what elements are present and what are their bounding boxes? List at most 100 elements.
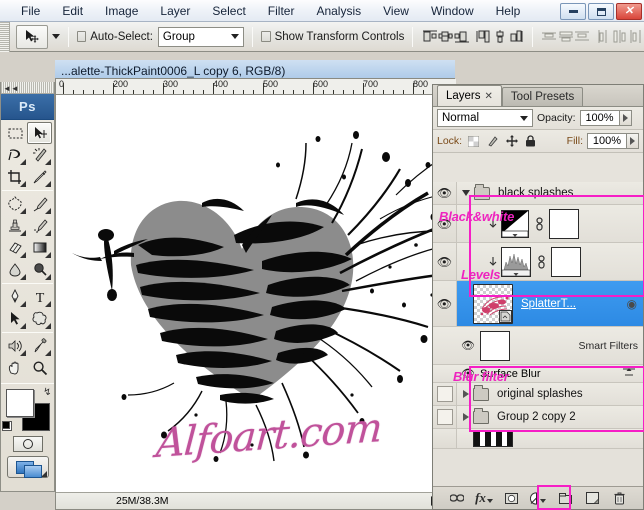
layer-name[interactable]: black splashes xyxy=(498,187,573,199)
swap-colors-icon[interactable]: ↯ xyxy=(43,387,51,398)
tab-layers[interactable]: Layers ✕ xyxy=(437,85,502,106)
opacity-slider-button[interactable] xyxy=(620,110,632,126)
smart-filter-mask-thumb[interactable] xyxy=(480,331,510,361)
eye-icon[interactable]: 👁 xyxy=(461,339,475,352)
auto-select-checkbox[interactable] xyxy=(77,31,87,42)
menu-item-layer[interactable]: Layer xyxy=(149,1,201,21)
visibility-toggle[interactable]: 👁 xyxy=(433,243,457,280)
link-layers-button[interactable] xyxy=(449,490,465,506)
tool-submenu-triangle-icon[interactable] xyxy=(45,301,51,307)
layer-list[interactable]: 👁 black splashes 👁 xyxy=(433,182,643,486)
show-transform-controls-checkbox[interactable] xyxy=(261,31,271,42)
layer-row-partial[interactable] xyxy=(433,429,643,449)
tool-submenu-triangle-icon[interactable] xyxy=(20,208,26,214)
horizontal-ruler[interactable]: 0 200 300 400 500 600 700 800 xyxy=(56,79,456,95)
visibility-toggle[interactable] xyxy=(433,429,457,448)
visibility-toggle[interactable] xyxy=(433,383,457,405)
options-bar-grip[interactable] xyxy=(0,22,10,52)
color-swatches[interactable]: ↯ xyxy=(2,387,54,433)
layer-row-splatter[interactable]: 👁 xyxy=(433,281,643,327)
tool-submenu-triangle-icon[interactable] xyxy=(20,181,26,187)
tool-submenu-triangle-icon[interactable] xyxy=(20,274,26,280)
chevron-right-icon[interactable] xyxy=(463,390,469,398)
tool-submenu-triangle-icon[interactable] xyxy=(20,252,26,258)
eraser-tool-icon[interactable] xyxy=(2,237,27,259)
menu-item-image[interactable]: Image xyxy=(94,1,149,21)
layer-name[interactable]: SplatterT... xyxy=(521,298,576,310)
path-selection-tool-icon[interactable] xyxy=(2,308,27,330)
toolbox-collapse-handle[interactable]: ◄◄ xyxy=(1,82,54,94)
zoom-tool-icon[interactable] xyxy=(27,357,52,379)
close-icon[interactable]: ✕ xyxy=(616,3,642,20)
add-layer-mask-button[interactable] xyxy=(503,490,519,506)
visibility-toggle[interactable]: 👁 xyxy=(433,182,457,204)
layer-row-original-splashes[interactable]: original splashes xyxy=(433,383,643,406)
pen-tool-icon[interactable] xyxy=(2,286,27,308)
tool-submenu-triangle-icon[interactable] xyxy=(45,208,51,214)
rectangular-marquee-tool-icon[interactable] xyxy=(2,122,27,144)
layer-mask-thumb[interactable] xyxy=(549,209,579,239)
add-layer-style-button[interactable]: fx xyxy=(476,490,492,506)
clone-stamp-tool-icon[interactable] xyxy=(2,215,27,237)
chevron-down-icon[interactable] xyxy=(462,190,470,196)
align-horizontal-centers-icon[interactable] xyxy=(438,27,454,46)
default-colors-icon[interactable] xyxy=(2,421,12,431)
screen-mode-icon[interactable] xyxy=(7,456,49,478)
new-group-button[interactable] xyxy=(557,490,573,506)
delete-layer-button[interactable] xyxy=(611,490,627,506)
tool-submenu-triangle-icon[interactable] xyxy=(45,252,51,258)
fill-slider-button[interactable] xyxy=(627,133,639,149)
menu-item-view[interactable]: View xyxy=(372,1,420,21)
type-tool-icon[interactable]: T xyxy=(27,286,52,308)
visibility-toggle[interactable] xyxy=(433,406,457,428)
menu-item-filter[interactable]: Filter xyxy=(257,1,306,21)
layer-row-smart-filters[interactable]: 👁 Smart Filters xyxy=(433,327,643,365)
distribute-top-edges-icon[interactable] xyxy=(541,27,557,46)
splatter-artwork-thumb[interactable] xyxy=(473,284,513,324)
align-top-edges-icon[interactable] xyxy=(475,27,491,46)
tab-tool-presets[interactable]: Tool Presets xyxy=(502,87,583,106)
opacity-input[interactable]: 100% xyxy=(580,110,620,126)
crop-tool-icon[interactable] xyxy=(2,166,27,188)
minimize-icon[interactable] xyxy=(560,3,586,20)
layer-thumbnail-partial[interactable] xyxy=(473,431,513,447)
menu-item-file[interactable]: File xyxy=(10,1,51,21)
menu-item-help[interactable]: Help xyxy=(485,1,532,21)
smart-filter-visibility-icon[interactable]: ◉ xyxy=(627,297,637,311)
align-left-edges-icon[interactable] xyxy=(421,27,437,46)
custom-shape-tool-icon[interactable] xyxy=(27,308,52,330)
tool-submenu-triangle-icon[interactable] xyxy=(45,274,51,280)
auto-select-dropdown[interactable]: Group xyxy=(158,27,244,47)
dodge-tool-icon[interactable] xyxy=(27,259,52,281)
menu-item-window[interactable]: Window xyxy=(420,1,485,21)
layer-name[interactable]: Group 2 copy 2 xyxy=(497,411,576,423)
edit-filter-blending-icon[interactable] xyxy=(623,367,635,380)
link-mask-icon[interactable] xyxy=(535,252,547,272)
distribute-right-edges-icon[interactable] xyxy=(628,27,644,46)
tool-submenu-triangle-icon[interactable] xyxy=(20,230,26,236)
new-adjustment-layer-button[interactable] xyxy=(530,490,546,506)
hand-tool-icon[interactable] xyxy=(2,357,27,379)
move-tool-icon[interactable] xyxy=(27,122,52,144)
eyedropper-tool-icon[interactable] xyxy=(27,335,52,357)
maximize-icon[interactable] xyxy=(588,3,614,20)
align-right-edges-icon[interactable] xyxy=(454,27,470,46)
lock-all-icon[interactable] xyxy=(523,134,538,149)
lock-position-icon[interactable] xyxy=(504,134,519,149)
brush-tool-icon[interactable] xyxy=(27,193,52,215)
blur-tool-icon[interactable] xyxy=(2,259,27,281)
tool-submenu-triangle-icon[interactable] xyxy=(20,350,26,356)
visibility-toggle[interactable]: 👁 xyxy=(433,281,457,326)
history-brush-tool-icon[interactable] xyxy=(27,215,52,237)
move-tool-preset-caret[interactable] xyxy=(52,34,60,39)
lock-image-pixels-icon[interactable] xyxy=(485,134,500,149)
tool-submenu-triangle-icon[interactable] xyxy=(45,159,51,165)
menu-item-select[interactable]: Select xyxy=(201,1,256,21)
align-bottom-edges-icon[interactable] xyxy=(508,27,524,46)
blend-mode-dropdown[interactable]: Normal xyxy=(437,109,533,127)
distribute-horizontal-centers-icon[interactable] xyxy=(611,27,627,46)
align-vertical-centers-icon[interactable] xyxy=(492,27,508,46)
move-tool-icon[interactable] xyxy=(16,25,47,49)
tool-submenu-triangle-icon[interactable] xyxy=(20,323,26,329)
slice-tool-icon[interactable] xyxy=(27,166,52,188)
